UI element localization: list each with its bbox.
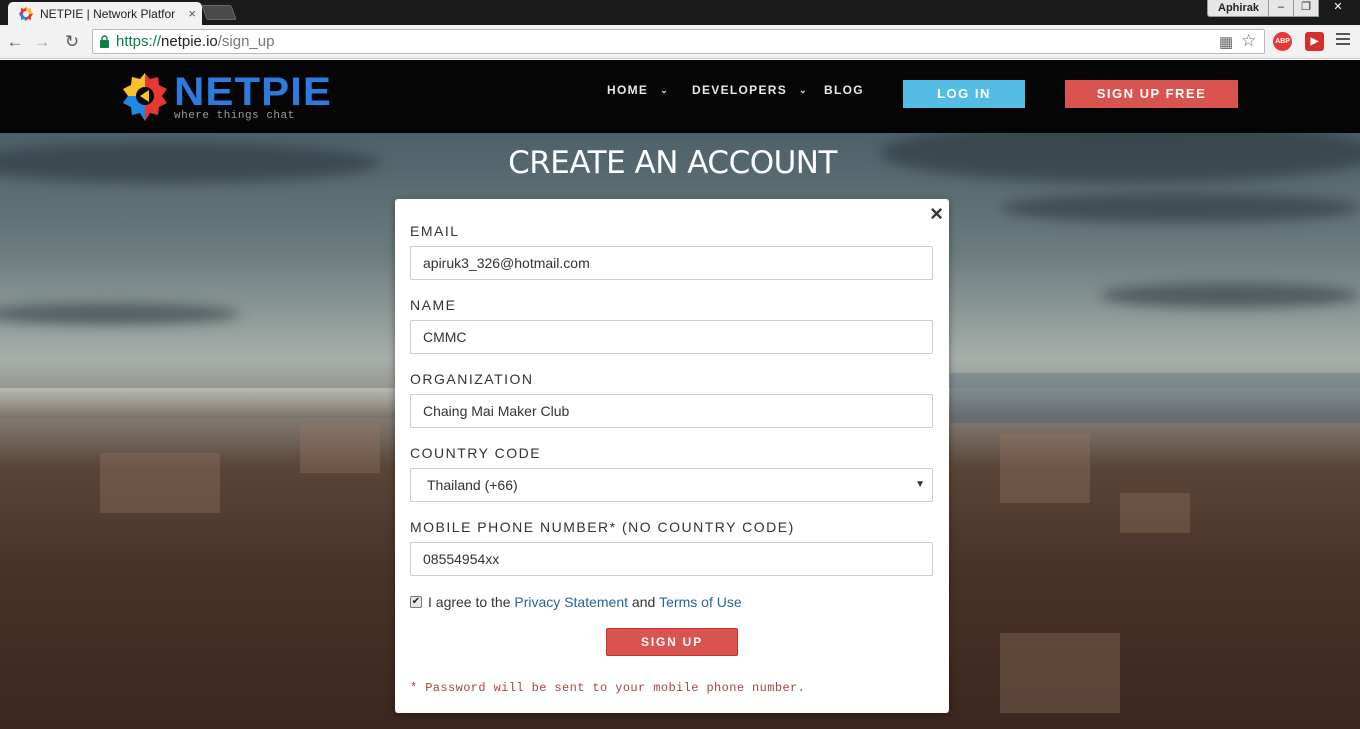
- signup-free-button[interactable]: SIGN UP FREE: [1065, 80, 1238, 108]
- star-icon[interactable]: ☆: [1241, 31, 1256, 51]
- translate-icon[interactable]: ▦: [1219, 33, 1233, 51]
- profile-button[interactable]: Aphirak: [1207, 0, 1270, 17]
- login-button[interactable]: LOG IN: [903, 80, 1025, 108]
- name-field[interactable]: [410, 320, 933, 354]
- logo-tagline: where things chat: [174, 110, 295, 122]
- dropdown-arrow-icon: ▼: [915, 479, 925, 490]
- url-scheme: https://: [116, 33, 162, 50]
- browser-titlebar: NETPIE | Network Platfor × Aphirak – ❐ ✕: [0, 0, 1360, 25]
- browser-tab-active[interactable]: NETPIE | Network Platfor ×: [8, 2, 202, 25]
- restore-icon[interactable]: ❐: [1293, 0, 1319, 17]
- browser-toolbar: ← → ↻ https://netpie.io/sign_up ▦ ☆ ABP …: [0, 25, 1360, 59]
- nav-developers[interactable]: DEVELOPERS ⌄: [692, 83, 808, 97]
- agree-row: ✔ I agree to the Privacy Statement and T…: [410, 594, 742, 610]
- signup-submit-button[interactable]: SIGN UP: [606, 628, 738, 656]
- signup-modal: × EMAIL NAME ORGANIZATION COUNTRY CODE T…: [395, 199, 949, 713]
- agree-prefix: I agree to the: [428, 594, 511, 610]
- address-bar[interactable]: https://netpie.io/sign_up ▦ ☆: [92, 29, 1265, 54]
- nav-blog-label: BLOG: [824, 83, 864, 97]
- country-code-label: COUNTRY CODE: [410, 445, 542, 461]
- new-tab-button[interactable]: [201, 5, 237, 20]
- chevron-down-icon: ⌄: [799, 84, 808, 95]
- nav-developers-label: DEVELOPERS: [692, 83, 788, 97]
- organization-field[interactable]: [410, 394, 933, 428]
- forward-icon[interactable]: →: [31, 31, 53, 53]
- menu-icon[interactable]: [1336, 33, 1350, 48]
- url-host: netpie.io: [161, 33, 218, 50]
- privacy-statement-link[interactable]: Privacy Statement: [514, 594, 628, 610]
- agree-checkbox[interactable]: ✔: [410, 596, 422, 608]
- netpie-logo[interactable]: NETPIE where things chat: [116, 69, 336, 125]
- logo-text: NETPIE: [174, 70, 333, 114]
- country-code-select[interactable]: Thailand (+66) ▼: [410, 468, 933, 502]
- agree-and: and: [631, 594, 656, 610]
- back-icon[interactable]: ←: [4, 31, 26, 53]
- organization-label: ORGANIZATION: [410, 371, 534, 387]
- terms-of-use-link[interactable]: Terms of Use: [659, 594, 741, 610]
- netpie-favicon-icon: [19, 6, 33, 21]
- nav-home[interactable]: HOME ⌄: [607, 83, 669, 97]
- site-header: NETPIE where things chat HOME ⌄ DEVELOPE…: [0, 60, 1360, 133]
- email-field[interactable]: [410, 246, 933, 280]
- nav-blog[interactable]: BLOG: [824, 83, 864, 97]
- name-label: NAME: [410, 297, 457, 313]
- close-icon[interactable]: ×: [930, 202, 943, 226]
- nav-home-label: HOME: [607, 83, 649, 97]
- email-label: EMAIL: [410, 223, 460, 239]
- tab-title: NETPIE | Network Platfor: [40, 6, 176, 21]
- extension-icon[interactable]: ▶: [1305, 32, 1324, 51]
- page-title: CREATE AN ACCOUNT: [508, 145, 837, 181]
- minimize-icon[interactable]: –: [1268, 0, 1294, 17]
- password-note: * Password will be sent to your mobile p…: [410, 681, 806, 695]
- chevron-down-icon: ⌄: [660, 84, 670, 95]
- lock-icon: [100, 35, 109, 48]
- reload-icon[interactable]: ↻: [61, 31, 83, 53]
- country-code-value: Thailand (+66): [427, 477, 518, 493]
- adblock-icon[interactable]: ABP: [1273, 32, 1292, 51]
- url-path: /sign_up: [217, 33, 275, 50]
- phone-label: MOBILE PHONE NUMBER* (NO COUNTRY CODE): [410, 519, 795, 535]
- logo-gear-icon: [123, 73, 167, 121]
- tab-close-icon[interactable]: ×: [188, 6, 196, 21]
- phone-field[interactable]: [410, 542, 933, 576]
- window-close-icon[interactable]: ✕: [1325, 0, 1351, 17]
